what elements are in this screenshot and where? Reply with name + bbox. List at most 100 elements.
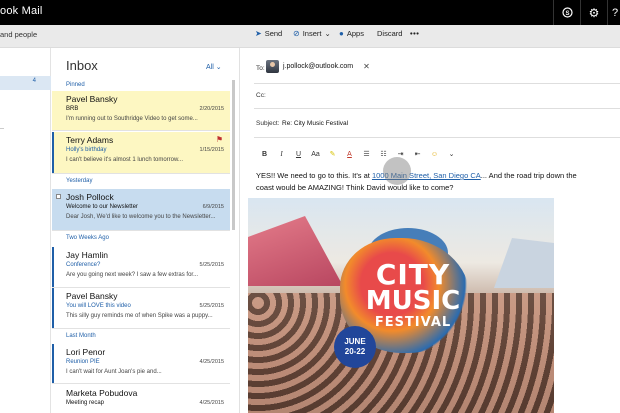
tent-shape — [494, 238, 554, 288]
message-preview: I'm running out to Southridge Video to g… — [66, 116, 198, 122]
message-sender: Pavel Bansky — [66, 94, 118, 104]
list-item[interactable]: Jay Hamlin Conference? 5/25/2015 Are you… — [52, 247, 230, 288]
gear-icon: ⚙ — [588, 5, 600, 20]
insert-button[interactable]: ⊘ Insert ⌄ — [293, 29, 331, 38]
bullet-list-icon[interactable]: ☰ — [358, 150, 375, 158]
message-sender: Lori Penor — [66, 347, 106, 357]
poster-date-badge: JUNE 20-22 — [334, 326, 376, 368]
filter-label: All — [206, 64, 214, 71]
message-sender: Josh Pollock — [66, 192, 114, 202]
section-header: Pinned — [66, 82, 85, 88]
poster-date-month: JUNE — [344, 337, 366, 346]
app-title: ook Mail — [0, 5, 43, 17]
message-sender: Terry Adams — [66, 135, 114, 145]
message-sender: Marketa Pobudova — [66, 388, 138, 398]
message-date: 4/25/2015 — [199, 400, 224, 406]
list-item[interactable]: Pavel Bansky BRB 2/20/2015 I'm running o… — [52, 91, 230, 131]
apps-button[interactable]: ● Apps — [339, 29, 364, 38]
list-item[interactable]: Josh Pollock Welcome to our Newsletter 6… — [52, 189, 230, 231]
insert-label: Insert — [302, 29, 322, 38]
close-icon[interactable]: ✕ — [363, 62, 370, 71]
folder-divider — [0, 128, 4, 129]
compose-pane: To: j.pollock@outlook.com ✕ Cc: Subject:… — [240, 48, 620, 413]
discard-button[interactable]: Discard — [377, 29, 402, 38]
settings-button[interactable]: ⚙ — [580, 0, 607, 25]
filter-dropdown[interactable]: All ⌄ — [206, 63, 222, 71]
font-size-button[interactable]: Aa — [307, 151, 324, 158]
message-body[interactable]: YES!! We need to go to this. It's at 100… — [256, 170, 586, 194]
chevron-down-icon: ⌄ — [215, 64, 222, 71]
svg-text:S: S — [565, 11, 569, 17]
section-header: Two Weeks Ago — [66, 235, 109, 241]
list-scrollbar[interactable] — [232, 80, 235, 230]
touch-cursor — [383, 157, 411, 185]
font-color-button[interactable]: A — [341, 151, 358, 158]
message-subject: Conference? — [66, 262, 101, 268]
outdent-icon[interactable]: ⇤ — [409, 150, 426, 158]
message-subject: BRB — [66, 106, 79, 112]
italic-button[interactable]: I — [273, 150, 290, 158]
message-subject: Meeting recap — [66, 400, 105, 406]
message-subject: Holly's birthday — [66, 147, 107, 153]
list-item[interactable]: Marketa Pobudova Meeting recap 4/25/2015 — [52, 385, 230, 413]
unread-indicator — [52, 288, 54, 328]
message-preview: Dear Josh, We'd like to welcome you to t… — [66, 214, 216, 220]
unread-count: 4 — [32, 78, 36, 84]
title-bar: ook Mail S ⚙ ? — [0, 0, 620, 25]
select-checkbox[interactable] — [56, 194, 61, 199]
chevron-down-icon[interactable]: ⌄ — [443, 150, 460, 158]
unread-indicator — [52, 344, 54, 383]
recipient-chip[interactable]: j.pollock@outlook.com ✕ — [266, 59, 370, 74]
section-header: Yesterday — [66, 178, 93, 184]
list-item[interactable]: Lori Penor Reunion PIE 4/25/2015 I can't… — [52, 344, 230, 384]
skype-button[interactable]: S — [553, 0, 580, 25]
message-date: 6/9/2015 — [202, 204, 224, 210]
field-divider — [254, 83, 620, 84]
highlight-icon[interactable]: ✎ — [324, 150, 341, 158]
folder-item-inbox[interactable]: 4 — [0, 76, 51, 90]
subject-label: Subject: — [256, 120, 280, 127]
message-list: Inbox All ⌄ Pinned Pavel Bansky BRB 2/20… — [52, 48, 235, 413]
emoji-icon[interactable]: ☺ — [426, 151, 443, 158]
list-item[interactable]: Pavel Bansky You will LOVE this video 5/… — [52, 288, 230, 329]
avatar — [266, 60, 279, 73]
field-divider — [254, 108, 620, 109]
send-label: Send — [264, 29, 283, 38]
message-subject: Reunion PIE — [66, 359, 100, 365]
poster-title-music: MUSIC — [365, 286, 461, 316]
send-icon: ➤ — [255, 29, 262, 38]
message-preview: I can't believe it's almost 1 lunch tomo… — [66, 157, 184, 163]
body-text-start: YES!! We need to go to this. It's at — [256, 171, 372, 180]
message-subject: You will LOVE this video — [66, 303, 131, 309]
more-button[interactable]: ••• — [410, 29, 419, 38]
unread-indicator — [52, 132, 54, 173]
more-icon: ••• — [410, 29, 420, 38]
to-label: To: — [256, 65, 265, 72]
search-people-label[interactable]: and people — [0, 30, 37, 39]
festival-poster-image: CITY MUSIC FESTIVAL JUNE 20-22 — [248, 198, 554, 413]
message-preview: I can't wait for Aunt Joan's pie and... — [66, 369, 162, 375]
help-button[interactable]: ? — [607, 0, 620, 25]
formatting-toolbar: B I U Aa ✎ A ☰ ☷ ⇥ ⇤ ☺ ⌄ — [256, 148, 460, 160]
chevron-down-icon: ⌄ — [324, 29, 331, 38]
apps-icon: ● — [339, 29, 344, 38]
list-item[interactable]: Terry Adams ⚑ Holly's birthday 1/15/2015… — [52, 132, 230, 174]
send-button[interactable]: ➤ Send — [255, 29, 282, 38]
unread-indicator — [52, 247, 54, 287]
message-subject: Welcome to our Newsletter — [66, 204, 138, 210]
flag-icon[interactable]: ⚑ — [216, 135, 223, 144]
numbered-list-icon[interactable]: ☷ — [375, 150, 392, 158]
message-date: 5/25/2015 — [199, 262, 224, 268]
message-date: 5/25/2015 — [199, 303, 224, 309]
bold-button[interactable]: B — [256, 151, 273, 158]
message-preview: Are you going next week? I saw a few ext… — [66, 272, 199, 278]
underline-button[interactable]: U — [290, 151, 307, 158]
subject-field[interactable]: Re: City Music Festival — [282, 120, 348, 127]
skype-icon: S — [561, 7, 573, 18]
list-title: Inbox — [66, 58, 98, 73]
message-sender: Jay Hamlin — [66, 250, 109, 260]
section-header: Last Month — [66, 333, 96, 339]
message-sender: Pavel Bansky — [66, 291, 118, 301]
poster-date-days: 20-22 — [344, 347, 366, 356]
folder-pane: 4 — [0, 48, 51, 413]
